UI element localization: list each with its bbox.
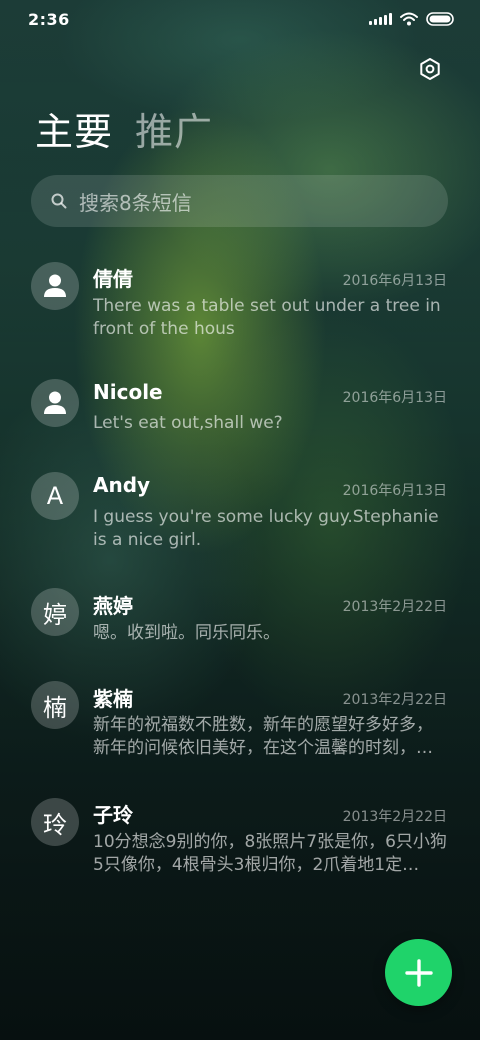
- avatar: [31, 379, 79, 427]
- message-date: 2016年6月13日: [342, 483, 447, 499]
- message-date: 2016年6月13日: [342, 390, 447, 406]
- tab-bar: 主要 推广: [35, 108, 213, 156]
- message-date: 2013年2月22日: [342, 692, 447, 708]
- contact-name: 子玲: [93, 803, 133, 827]
- avatar: A: [31, 472, 79, 520]
- contact-name: 倩倩: [93, 267, 133, 291]
- contact-name: 紫楠: [93, 687, 133, 711]
- contact-name: 燕婷: [93, 594, 133, 618]
- message-preview: There was a table set out under a tree i…: [93, 296, 441, 339]
- status-time: 2:36: [28, 10, 70, 29]
- avatar: 楠: [31, 681, 79, 729]
- signal-icon: [369, 13, 392, 25]
- message-preview: 10分想念9别的你，8张照片7张是你，6只小狗5只像你，4根骨头3根归你，2爪着…: [93, 832, 447, 875]
- status-icons: [369, 12, 454, 26]
- message-preview: Let's eat out,shall we?: [93, 413, 283, 433]
- message-preview: 嗯。收到啦。同乐同乐。: [93, 623, 280, 643]
- person-icon: [44, 274, 66, 297]
- wifi-icon: [400, 12, 418, 26]
- message-date: 2013年2月22日: [342, 599, 447, 615]
- tab-main[interactable]: 主要: [35, 108, 113, 156]
- message-preview: I guess you're some lucky guy.Stephanie …: [93, 507, 439, 550]
- person-icon: [44, 391, 66, 414]
- message-date: 2016年6月13日: [342, 273, 447, 289]
- status-bar: 2:36: [0, 0, 480, 40]
- tab-promotions[interactable]: 推广: [135, 108, 213, 156]
- search-input[interactable]: 搜索8条短信: [31, 175, 448, 227]
- avatar: 婷: [31, 588, 79, 636]
- contact-name: Andy: [93, 473, 151, 497]
- avatar: [31, 262, 79, 310]
- plus-icon: [404, 958, 433, 987]
- contact-name: Nicole: [93, 380, 163, 404]
- search-icon: [51, 193, 67, 209]
- message-date: 2013年2月22日: [342, 809, 447, 825]
- settings-hexagon-icon[interactable]: [418, 57, 442, 81]
- avatar: 玲: [31, 798, 79, 846]
- message-preview: 新年的祝福数不胜数，新年的愿望好多好多，新年的问候依旧美好，在这个温馨的时刻，…: [93, 715, 433, 758]
- compose-button[interactable]: [385, 939, 452, 1006]
- messages-screen: 2:36 主要 推广 搜索8条短信 倩倩 2016年6月13日 There wa…: [0, 0, 480, 1040]
- search-placeholder: 搜索8条短信: [79, 190, 192, 215]
- battery-icon: [426, 12, 454, 26]
